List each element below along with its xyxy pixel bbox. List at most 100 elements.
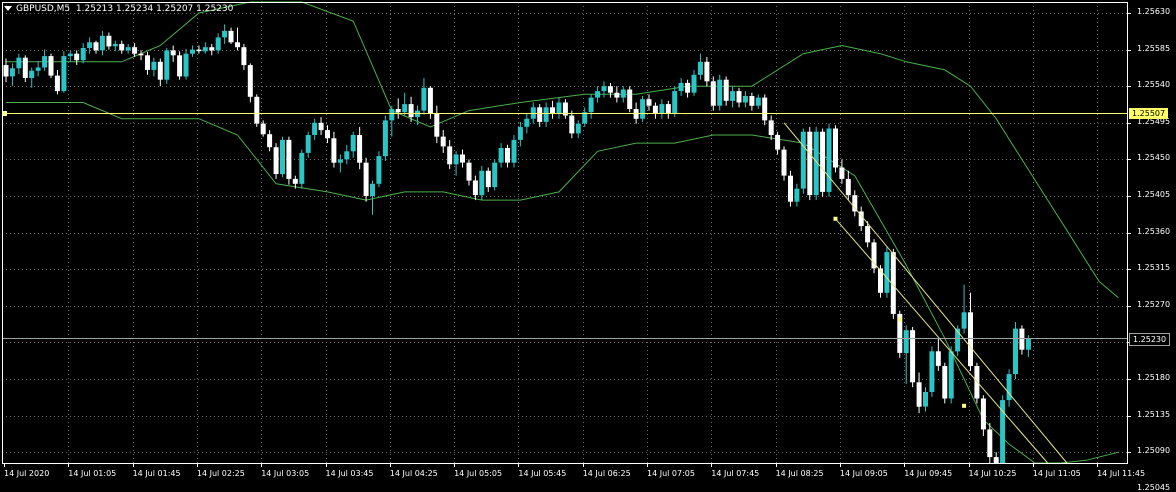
candle-bull [620, 89, 626, 98]
candle-bear [54, 75, 60, 92]
chart-header: GBPUSD,M5 1.25213 1.25234 1.25207 1.2523… [4, 4, 233, 14]
channel-anchor-point [833, 216, 838, 221]
time-tick-label: 14 Jul 11:05 [1032, 469, 1081, 478]
candle-bear [652, 105, 658, 114]
candle-bull [595, 91, 601, 98]
candle-bear [254, 96, 260, 124]
candle-bear [485, 170, 491, 188]
candle-bull [87, 42, 93, 48]
candle-bull [125, 47, 131, 51]
candle-bear [145, 55, 150, 70]
candle-bull [183, 53, 189, 77]
time-tick-label: 14 Jul 01:45 [132, 469, 181, 478]
candle-bull [903, 330, 909, 353]
candle-bear [119, 43, 125, 51]
chart-window[interactable]: 1.25630 1.25585 1.25540 1.25495 1.25450 1.254… [0, 0, 1176, 492]
candle-bull [659, 104, 665, 114]
candle-bull [524, 118, 530, 127]
candle-bear [273, 147, 279, 174]
candle-bull [640, 99, 646, 119]
price-tick-label: 1.25090 [1137, 446, 1171, 456]
channel-anchor-point [897, 317, 902, 322]
candle-bull [222, 30, 228, 38]
candle-bull [389, 109, 395, 121]
candle-bull [350, 135, 356, 152]
time-tick-label: 14 Jul 06:25 [582, 469, 631, 478]
candle-bear [865, 226, 871, 243]
candle-bull [9, 68, 15, 77]
candle-bear [267, 134, 273, 148]
candle-bear [177, 55, 183, 77]
time-tick-label: 14 Jul 04:25 [389, 469, 438, 478]
candle-bear [357, 135, 363, 163]
price-chart[interactable] [0, 0, 1176, 485]
bollinger-lower-band [6, 102, 1119, 464]
candle-bull [717, 79, 723, 106]
candle-bear [74, 53, 80, 61]
candle-bull [16, 57, 22, 69]
candle-bear [93, 42, 99, 51]
time-tick-label: 14 Jul 08:25 [775, 469, 824, 478]
candle-bear [395, 109, 401, 113]
candle-bull [479, 170, 485, 196]
price-tick-label: 1.25540 [1137, 80, 1171, 90]
candle-bear [852, 195, 858, 212]
time-tick-label: 14 Jul 05:05 [454, 469, 503, 478]
candle-bear [196, 49, 202, 52]
candle-bear [292, 178, 298, 184]
candle-bear [646, 99, 652, 106]
candle-bear [427, 87, 433, 114]
candle-bull [948, 351, 954, 399]
candle-bear [235, 42, 240, 48]
candle-bear [993, 457, 999, 463]
symbol-menu-triangle-icon[interactable] [4, 6, 12, 11]
candle-bear [775, 135, 781, 150]
level-price-tag: 1.25507 [1129, 107, 1169, 119]
time-tick-label: 14 Jul 10:25 [968, 469, 1017, 478]
candle-bear [138, 53, 144, 56]
candle-bull [453, 154, 459, 165]
candle-bull [202, 47, 208, 52]
candle-bear [736, 91, 742, 103]
candle-bull [35, 67, 41, 71]
time-tick-label: 14 Jul 03:45 [325, 469, 374, 478]
candle-bear [460, 154, 465, 163]
candle-bull [280, 139, 285, 175]
candle-bear [157, 61, 163, 80]
candle-bear [325, 130, 330, 139]
candle-bear [22, 57, 28, 78]
candle-bear [472, 180, 478, 196]
candle-bear [614, 92, 620, 98]
candle-bear [447, 146, 453, 165]
candle-bear [434, 113, 440, 137]
candle-bear [260, 123, 266, 135]
candle-bull [923, 392, 928, 407]
candle-bear [980, 398, 986, 430]
price-tick-label: 1.25180 [1137, 373, 1171, 382]
candle-bear [170, 50, 176, 56]
price-tick-label: 1.25045 [1137, 482, 1171, 492]
candle-bear [132, 47, 138, 54]
candle-bull [961, 312, 967, 329]
candle-bear [942, 366, 948, 399]
time-tick-label: 14 Jul 07:05 [647, 469, 695, 478]
candle-bull [742, 96, 748, 103]
candle-bull [672, 91, 678, 114]
candle-bull [402, 104, 408, 113]
candle-bull [730, 91, 736, 101]
candle-bear [318, 122, 324, 131]
candle-bull [543, 107, 549, 122]
candle-bull [151, 61, 157, 70]
candle-bull [1013, 328, 1018, 375]
candle-bull [99, 35, 105, 51]
candle-bull [492, 162, 498, 188]
candle-bull [42, 56, 48, 68]
candle-bull [299, 152, 305, 184]
candle-bull [1025, 338, 1031, 350]
candle-bear [762, 97, 768, 121]
candle-bull [826, 128, 832, 192]
candle-bear [408, 104, 414, 118]
candle-bull [794, 188, 800, 202]
candle-bull [80, 48, 86, 61]
candle-bear [363, 162, 369, 196]
